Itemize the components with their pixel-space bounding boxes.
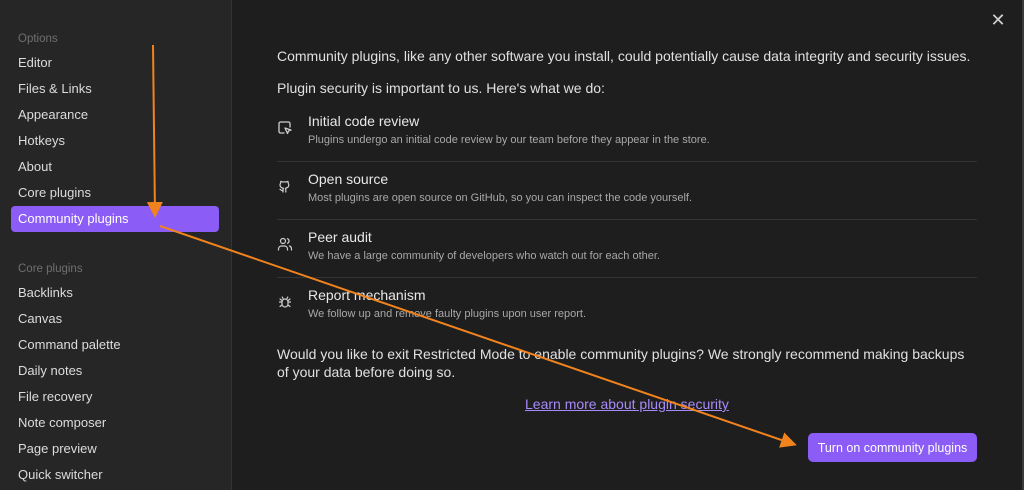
sidebar-item-page-preview[interactable]: Page preview <box>0 436 220 462</box>
feature-description: We have a large community of developers … <box>308 250 660 262</box>
feature-code-review: Initial code review Plugins undergo an i… <box>277 104 977 162</box>
code-review-icon <box>277 120 293 136</box>
feature-title: Open source <box>308 171 389 187</box>
restricted-mode-prompt: Would you like to exit Restricted Mode t… <box>277 346 965 380</box>
github-icon <box>277 178 293 194</box>
sidebar-item-file-recovery[interactable]: File recovery <box>0 384 220 410</box>
users-icon <box>277 236 293 252</box>
sidebar-item-core-plugins[interactable]: Core plugins <box>0 180 220 206</box>
feature-report-mechanism: Report mechanism We follow up and remove… <box>277 278 977 336</box>
feature-peer-audit: Peer audit We have a large community of … <box>277 220 977 278</box>
sidebar-item-note-composer[interactable]: Note composer <box>0 410 220 436</box>
sidebar-item-files-links[interactable]: Files & Links <box>0 76 220 102</box>
bug-icon <box>277 294 293 310</box>
sidebar-item-about[interactable]: About <box>0 154 220 180</box>
sidebar-item-hotkeys[interactable]: Hotkeys <box>0 128 220 154</box>
community-plugins-panel: ✕ Community plugins, like any other soft… <box>233 0 1024 490</box>
feature-description: Plugins undergo an initial code review b… <box>308 134 710 146</box>
sidebar-item-appearance[interactable]: Appearance <box>0 102 220 128</box>
close-icon[interactable]: ✕ <box>988 10 1008 30</box>
feature-description: We follow up and remove faulty plugins u… <box>308 308 587 320</box>
feature-title: Initial code review <box>308 113 420 129</box>
intro-text: Community plugins, like any other softwa… <box>277 48 971 64</box>
learn-more-link[interactable]: Learn more about plugin security <box>525 396 729 412</box>
sidebar-item-community-plugins[interactable]: Community plugins <box>11 206 219 232</box>
sidebar-section-core-plugins: Core plugins <box>18 263 83 275</box>
security-features-list: Initial code review Plugins undergo an i… <box>277 104 977 336</box>
feature-open-source: Open source Most plugins are open source… <box>277 162 977 220</box>
sidebar-item-backlinks[interactable]: Backlinks <box>0 280 220 306</box>
feature-title: Peer audit <box>308 229 372 245</box>
sidebar-item-canvas[interactable]: Canvas <box>0 306 220 332</box>
sidebar-item-command-palette[interactable]: Command palette <box>0 332 220 358</box>
security-heading: Plugin security is important to us. Here… <box>277 80 605 96</box>
settings-window: Options Editor Files & Links Appearance … <box>0 0 1024 490</box>
sidebar-item-daily-notes[interactable]: Daily notes <box>0 358 220 384</box>
sidebar-item-quick-switcher[interactable]: Quick switcher <box>0 462 220 488</box>
feature-description: Most plugins are open source on GitHub, … <box>308 192 692 204</box>
settings-sidebar: Options Editor Files & Links Appearance … <box>0 0 232 490</box>
sidebar-item-editor[interactable]: Editor <box>0 50 220 76</box>
turn-on-community-plugins-button[interactable]: Turn on community plugins <box>808 433 977 462</box>
sidebar-section-options: Options <box>18 33 58 45</box>
feature-title: Report mechanism <box>308 287 426 303</box>
